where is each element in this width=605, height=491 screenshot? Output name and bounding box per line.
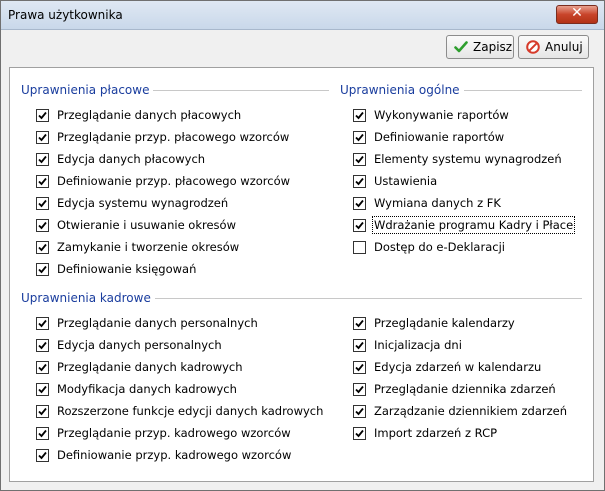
checked-box-icon[interactable] xyxy=(36,109,49,122)
checked-box-icon[interactable] xyxy=(353,339,366,352)
permission-label: Edycja zdarzeń w kalendarzu xyxy=(374,360,542,374)
permission-label: Edycja systemu wynagrodzeń xyxy=(57,196,229,210)
checked-box-icon[interactable] xyxy=(36,339,49,352)
permission-label: Przeglądanie danych kadrowych xyxy=(57,360,243,374)
permission-label: Inicjalizacja dni xyxy=(374,338,462,352)
permission-label: Ustawienia xyxy=(374,174,438,188)
checked-box-icon[interactable] xyxy=(36,449,49,462)
checked-box-icon[interactable] xyxy=(36,383,49,396)
checked-box-icon[interactable] xyxy=(36,153,49,166)
checked-box-icon[interactable] xyxy=(36,131,49,144)
checked-box-icon[interactable] xyxy=(353,109,366,122)
permission-label: Import zdarzeń z RCP xyxy=(374,426,498,440)
title-bar[interactable]: Prawa użytkownika ✕ xyxy=(1,1,604,30)
checked-box-icon[interactable] xyxy=(353,317,366,330)
checked-box-icon[interactable] xyxy=(36,263,49,276)
permissions-panel: Uprawnienia płacowe Uprawnienia ogólne U… xyxy=(9,67,594,482)
permission-label: Definiowanie przyp. płacowego wzorców xyxy=(57,174,291,188)
checked-box-icon[interactable] xyxy=(353,219,366,232)
checkmark-icon xyxy=(454,41,468,53)
permission-label: Wdrażanie programu Kadry i Płace xyxy=(371,216,576,234)
permission-label: Dostęp do e-Deklaracji xyxy=(374,240,505,254)
checked-box-icon[interactable] xyxy=(36,405,49,418)
separator-ogolne xyxy=(460,90,582,91)
permission-label: Przeglądanie danych płacowych xyxy=(57,108,242,122)
checked-box-icon[interactable] xyxy=(353,131,366,144)
permission-label: Otwieranie i usuwanie okresów xyxy=(57,218,236,232)
close-button[interactable]: ✕ xyxy=(556,5,598,24)
cancel-icon xyxy=(526,40,540,54)
checked-box-icon[interactable] xyxy=(353,427,366,440)
checked-box-icon[interactable] xyxy=(353,405,366,418)
unchecked-box-icon[interactable] xyxy=(353,241,366,254)
checked-box-icon[interactable] xyxy=(36,361,49,374)
checked-box-icon[interactable] xyxy=(36,241,49,254)
checked-box-icon[interactable] xyxy=(36,197,49,210)
permission-label: Przeglądanie danych personalnych xyxy=(57,316,258,330)
group-title-ogolne: Uprawnienia ogólne xyxy=(340,83,464,97)
permission-label: Rozszerzone funkcje edycji danych kadrow… xyxy=(57,404,324,418)
save-button-label: Zapisz xyxy=(473,40,513,54)
permission-label: Modyfikacja danych kadrowych xyxy=(57,382,237,396)
permission-label: Edycja danych płacowych xyxy=(57,152,206,166)
permission-label: Zarządzanie dziennikiem zdarzeń xyxy=(374,404,568,418)
separator-kadrowe xyxy=(144,298,582,299)
checked-box-icon[interactable] xyxy=(36,175,49,188)
dialog-window: Prawa użytkownika ✕ Zapisz Anuluj Uprawn… xyxy=(0,0,605,491)
dialog-content: Zapisz Anuluj Uprawnienia płacowe Uprawn… xyxy=(7,30,598,484)
permission-label: Wymiana danych z FK xyxy=(374,196,501,210)
permission-label: Wykonywanie raportów xyxy=(374,108,509,122)
permission-label: Przeglądanie przyp. kadrowego wzorców xyxy=(57,426,291,440)
permission-label: Zamykanie i tworzenie okresów xyxy=(57,240,240,254)
checked-box-icon[interactable] xyxy=(353,197,366,210)
permission-label: Elementy systemu wynagrodzeń xyxy=(374,152,562,166)
checked-box-icon[interactable] xyxy=(353,175,366,188)
permission-label: Przeglądanie kalendarzy xyxy=(374,316,515,330)
checked-box-icon[interactable] xyxy=(36,219,49,232)
close-icon: ✕ xyxy=(571,5,583,21)
separator-placowe xyxy=(143,90,329,91)
permission-label: Przeglądanie dziennika zdarzeń xyxy=(374,382,556,396)
cancel-button-label: Anuluj xyxy=(545,40,583,54)
permission-label: Definiowanie przyp. kadrowego wzorców xyxy=(57,448,292,462)
group-title-kadrowe: Uprawnienia kadrowe xyxy=(21,291,155,305)
checked-box-icon[interactable] xyxy=(353,361,366,374)
group-title-placowe: Uprawnienia płacowe xyxy=(21,83,154,97)
checked-box-icon[interactable] xyxy=(353,383,366,396)
permission-label: Edycja danych personalnych xyxy=(57,338,222,352)
permission-label: Przeglądanie przyp. płacowego wzorców xyxy=(57,130,290,144)
checked-box-icon[interactable] xyxy=(36,427,49,440)
cancel-button[interactable]: Anuluj xyxy=(518,35,589,59)
save-button[interactable]: Zapisz xyxy=(446,35,514,59)
window-title: Prawa użytkownika xyxy=(8,8,123,22)
checked-box-icon[interactable] xyxy=(353,153,366,166)
permission-label: Definiowanie księgowań xyxy=(57,262,197,276)
checked-box-icon[interactable] xyxy=(36,317,49,330)
permission-label: Definiowanie raportów xyxy=(374,130,505,144)
